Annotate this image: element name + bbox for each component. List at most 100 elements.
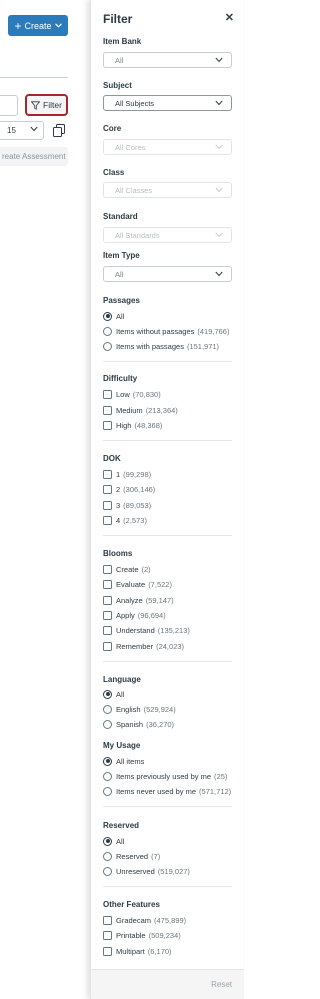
filter-button[interactable]: Filter [25,94,68,116]
filter-panel-title: Filter [103,12,133,26]
language-option-spanish[interactable]: Spanish (36,270) [103,718,174,730]
checkbox[interactable] [103,579,112,589]
standard-select[interactable]: All Standards [103,227,232,243]
core-select[interactable]: All Cores [103,139,232,155]
dok-option-4[interactable]: 4 (2,573) [103,514,147,526]
reserved-option-unreserved[interactable]: Unreserved (519,027) [103,865,190,877]
create-assessment-label: reate Assessment [2,152,66,161]
radio[interactable] [103,704,112,714]
chevron-down-icon [54,23,62,28]
usage-option-never[interactable]: Items never used by me (571,712) [103,785,231,797]
difficulty-option-low[interactable]: Low (70,830) [103,388,161,400]
checkbox[interactable] [103,595,112,605]
feature-option-gradecam[interactable]: Gradecam (475,899) [103,914,186,926]
radio-selected[interactable] [103,836,112,846]
checkbox[interactable] [103,930,112,940]
option-label: All [116,689,125,699]
radio[interactable] [103,866,112,876]
create-button-label: Create [24,20,52,31]
dok-option-2[interactable]: 2 (306,146) [103,483,155,495]
option-count: (2,573) [123,515,147,525]
item-bank-select[interactable]: All [103,52,232,68]
checkbox[interactable] [103,564,112,574]
radio[interactable] [103,771,112,781]
option-label: All [116,311,125,321]
option-label: Apply [116,610,135,620]
feature-option-printable[interactable]: Printable (509,234) [103,929,181,941]
checkbox[interactable] [103,946,112,956]
radio-selected[interactable] [103,756,112,766]
checkbox[interactable] [103,915,112,925]
option-count: (25) [214,771,228,781]
option-count: (135,213) [157,625,190,635]
option-count: (7,522) [148,579,172,589]
feature-option-multipart[interactable]: Multipart (6,170) [103,945,172,957]
usage-option-previously[interactable]: Items previously used by me (25) [103,770,227,782]
option-count: (529,924) [143,704,176,714]
checkbox[interactable] [103,389,112,399]
radio[interactable] [103,341,112,351]
class-select[interactable]: All Classes [103,182,232,198]
checkbox[interactable] [103,469,112,479]
radio[interactable] [103,786,112,796]
option-label: Remember [116,641,154,651]
difficulty-option-medium[interactable]: Medium (213,364) [103,404,178,416]
passages-option-without[interactable]: Items without passages (419,766) [103,325,229,337]
radio[interactable] [103,719,112,729]
blooms-option-understand[interactable]: Understand (135,213) [103,624,190,636]
radio[interactable] [103,851,112,861]
section-divider [103,535,232,536]
radio-selected[interactable] [103,689,112,699]
blooms-option-evaluate[interactable]: Evaluate (7,522) [103,578,172,590]
reserved-option-all[interactable]: All [103,835,124,847]
search-input[interactable] [0,95,18,116]
checkbox[interactable] [103,641,112,651]
option-label: Items with passages [116,341,184,351]
dok-option-3[interactable]: 3 (89,053) [103,499,151,511]
close-icon[interactable]: ✕ [225,13,234,24]
passages-option-with[interactable]: Items with passages (151,971) [103,340,219,352]
usage-option-all[interactable]: All items [103,755,144,767]
subject-select[interactable]: All Subjects [103,95,232,111]
blooms-option-create[interactable]: Create (2) [103,563,151,575]
difficulty-label: Difficulty [103,374,138,383]
my-usage-label: My Usage [103,741,141,750]
passages-option-all[interactable]: All [103,310,124,322]
create-button[interactable]: + Create [8,15,68,36]
blooms-option-analyze[interactable]: Analyze (59,147) [103,594,174,606]
radio[interactable] [103,326,112,336]
option-count: (36,270) [146,719,175,729]
copy-icon[interactable] [53,124,65,137]
create-assessment-button[interactable]: reate Assessment [0,147,68,166]
radio-selected[interactable] [103,311,112,321]
item-type-label: Item Type [103,251,140,260]
item-type-select[interactable]: All [103,266,232,282]
dok-label: DOK [103,454,121,463]
language-option-all[interactable]: All [103,688,124,700]
dok-option-1[interactable]: 1 (99,298) [103,468,151,480]
checkbox[interactable] [103,420,112,430]
language-label: Language [103,675,141,684]
blooms-option-remember[interactable]: Remember (24,023) [103,640,184,652]
option-label: Printable [116,930,146,940]
item-bank-value: All [115,55,124,65]
section-divider [103,661,232,662]
blooms-option-apply[interactable]: Apply (96,694) [103,609,166,621]
item-type-value: All [115,269,124,279]
checkbox[interactable] [103,610,112,620]
checkbox[interactable] [103,484,112,494]
checkbox[interactable] [103,405,112,415]
reserved-option-reserved[interactable]: Reserved (7) [103,850,160,862]
checkbox[interactable] [103,500,112,510]
chevron-down-icon [215,232,223,238]
page-size-select[interactable]: 15 [0,121,44,140]
checkbox[interactable] [103,625,112,635]
core-value: All Cores [115,142,146,152]
option-label: Medium [116,405,143,415]
difficulty-option-high[interactable]: High (48,368) [103,419,162,431]
reset-button[interactable]: Reset [211,980,232,989]
language-option-english[interactable]: English (529,924) [103,703,176,715]
checkbox[interactable] [103,515,112,525]
option-count: (519,027) [157,866,190,876]
page-size-value: 15 [7,126,16,135]
